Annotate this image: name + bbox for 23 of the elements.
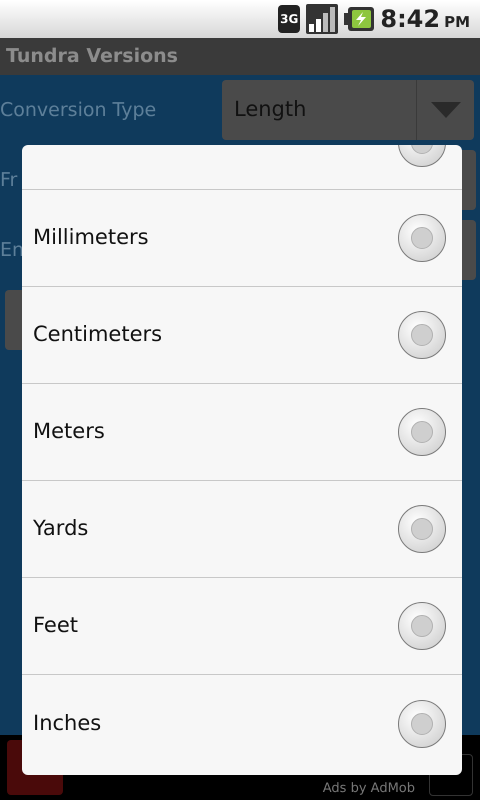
unit-option[interactable]: Meters [22,384,462,481]
clock-ampm: PM [444,12,470,33]
radio-button[interactable] [398,505,446,553]
signal-icon [306,4,338,34]
ad-attribution: Ads by AdMob [322,781,415,796]
radio-button[interactable] [398,700,446,748]
network-indicator: 3G [278,5,300,33]
radio-button[interactable] [398,408,446,456]
app-title: Tundra Versions [6,44,178,70]
caret-icon [430,102,460,118]
unit-option[interactable]: Feet [22,578,462,675]
battery-charging-icon [344,7,374,31]
form-label: Fr [0,168,18,193]
form-label: En [0,238,24,263]
clock-time: 8:42 [380,4,440,35]
radio-button[interactable] [398,602,446,650]
unit-option[interactable]: Yards [22,481,462,578]
unit-option[interactable]: Inches [22,675,462,772]
radio-button[interactable] [398,311,446,359]
form-label: Conversion Type [0,98,156,123]
unit-option[interactable]: Millimeters [22,190,462,287]
unit-option[interactable]: Centimeters [22,287,462,384]
radio-button[interactable] [398,214,446,262]
